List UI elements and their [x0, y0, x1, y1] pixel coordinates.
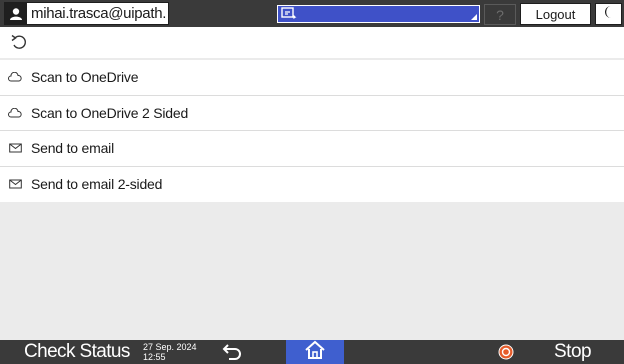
- night-mode-button[interactable]: [595, 3, 622, 25]
- stop-button[interactable]: Stop: [554, 341, 592, 363]
- list-item-label: Send to email: [31, 140, 115, 157]
- back-button[interactable]: [220, 343, 244, 364]
- stop-icon[interactable]: [498, 344, 514, 364]
- top-bar: mihai.trasca@uipath. ? Logout: [0, 0, 624, 27]
- list-item-label: Scan to OneDrive: [31, 69, 139, 86]
- home-button[interactable]: [286, 340, 344, 364]
- envelope-icon: [8, 177, 22, 191]
- envelope-icon: [8, 141, 22, 155]
- list-item[interactable]: Send to email 2-sided: [0, 167, 624, 203]
- date-text: 27 Sep. 2024: [143, 342, 197, 352]
- cloud-icon: [8, 70, 22, 84]
- refresh-button[interactable]: [10, 34, 28, 55]
- home-icon: [304, 340, 326, 364]
- workflow-list: Scan to OneDrive Scan to OneDrive 2 Side…: [0, 60, 624, 202]
- check-status-button[interactable]: Check Status: [24, 341, 130, 363]
- user-account-button[interactable]: mihai.trasca@uipath.: [4, 2, 169, 25]
- time-text: 12:55: [143, 352, 166, 362]
- list-item[interactable]: Send to email: [0, 131, 624, 167]
- user-name: mihai.trasca@uipath.: [31, 5, 167, 22]
- function-selector[interactable]: [277, 5, 480, 23]
- list-item[interactable]: Scan to OneDrive: [0, 60, 624, 96]
- user-icon: [5, 3, 27, 24]
- cloud-icon: [8, 106, 22, 120]
- help-button[interactable]: ?: [484, 4, 516, 25]
- logout-button[interactable]: Logout: [520, 3, 591, 25]
- moon-icon: [603, 5, 615, 24]
- dropdown-corner-icon: [471, 14, 477, 20]
- bottom-bar: Check Status 27 Sep. 2024 12:55 Stop: [0, 340, 624, 364]
- date-time: 27 Sep. 2024 12:55: [143, 342, 197, 362]
- list-item[interactable]: Scan to OneDrive 2 Sided: [0, 96, 624, 131]
- list-item-label: Send to email 2-sided: [31, 176, 163, 193]
- toolbar: [0, 27, 624, 58]
- screen-switch-icon: [281, 7, 297, 26]
- list-item-label: Scan to OneDrive 2 Sided: [31, 104, 189, 121]
